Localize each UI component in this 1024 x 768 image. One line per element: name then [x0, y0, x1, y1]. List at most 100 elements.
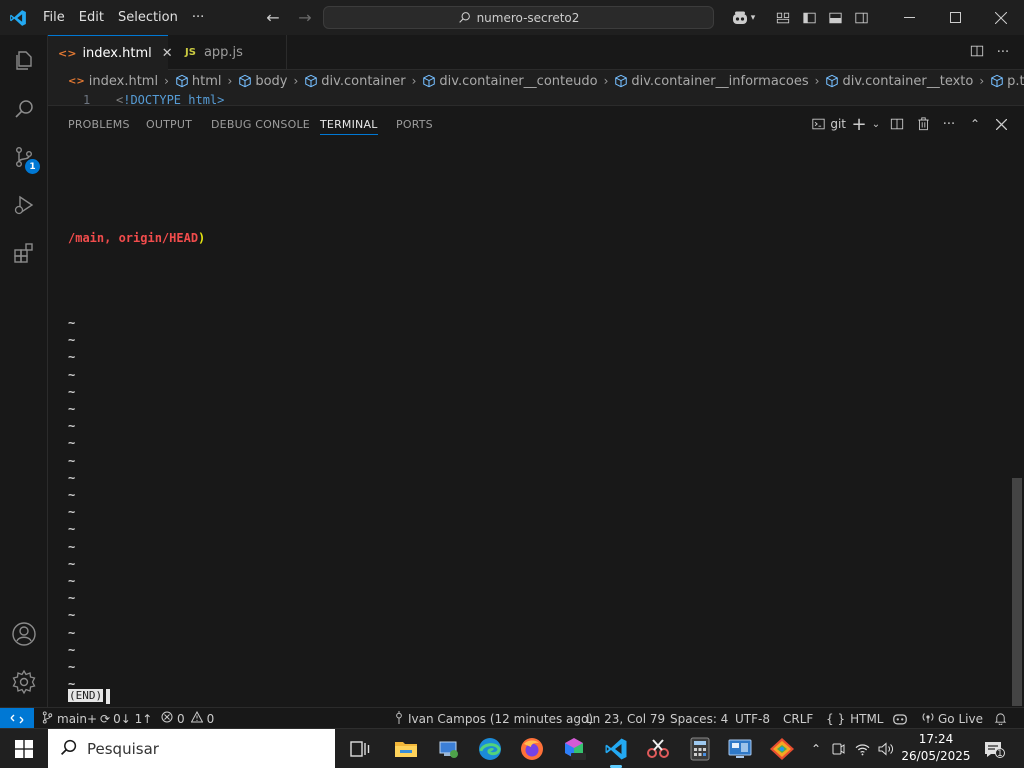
maximize-icon[interactable]	[932, 0, 978, 35]
remote-desktop-icon[interactable]	[724, 733, 756, 765]
git-blame-indicator[interactable]: Ivan Campos (12 minutes ago)	[394, 708, 593, 729]
customize-layout-icon[interactable]	[770, 0, 796, 35]
notifications-bell-icon[interactable]	[994, 708, 1007, 729]
search-sidebar-icon[interactable]	[0, 85, 48, 133]
toggle-panel-icon[interactable]	[822, 0, 848, 35]
volume-icon[interactable]	[874, 742, 898, 756]
maximize-panel-icon[interactable]: ⌃	[962, 112, 988, 136]
tab-output[interactable]: OUTPUT	[146, 118, 192, 131]
meet-now-icon[interactable]	[826, 742, 850, 756]
terminal-name[interactable]: git	[830, 117, 846, 131]
copilot-status-icon[interactable]	[892, 708, 908, 729]
tab-terminal[interactable]: TERMINAL	[320, 118, 378, 135]
close-panel-icon[interactable]	[988, 112, 1014, 136]
clock-date: 26/05/2025	[901, 749, 971, 763]
trash-icon[interactable]	[910, 112, 936, 136]
terminal-output[interactable]: /main, origin/HEAD) ~ ~ ~ ~ ~ ~ ~ ~ ~ ~ ~ ~ ~ ~ ~ ~ ~ ~ ~ ~…	[48, 143, 1010, 707]
tab-problems[interactable]: PROBLEMS	[68, 118, 130, 131]
tab-index-html[interactable]: <> index.html ✕	[48, 35, 173, 70]
menu-file[interactable]: File	[36, 0, 72, 35]
pager-tilde-line: ~	[68, 591, 76, 606]
element-cube-icon	[304, 74, 318, 88]
branch-indicator[interactable]: main+	[42, 708, 97, 729]
back-arrow-icon[interactable]: ←	[262, 8, 284, 27]
more-actions-icon[interactable]: ···	[936, 112, 962, 136]
html-file-icon: <>	[68, 75, 85, 87]
tab-ports[interactable]: PORTS	[396, 118, 433, 131]
menu-selection[interactable]: Selection	[111, 0, 185, 35]
terminal-icon[interactable]	[808, 112, 828, 136]
pager-tilde-line: ~	[68, 574, 76, 588]
taskbar-search-input[interactable]: Pesquisar	[48, 729, 335, 768]
terminal-scrollbar-thumb[interactable]	[1012, 478, 1022, 706]
element-cube-icon	[422, 74, 436, 88]
sync-indicator[interactable]: ⟳ 0↓ 1↑	[100, 708, 152, 729]
split-editor-icon[interactable]	[964, 44, 990, 62]
breadcrumb-item[interactable]: div.container ›	[304, 74, 422, 89]
notification-center-icon[interactable]: 1	[978, 733, 1010, 765]
forward-arrow-icon[interactable]: →	[294, 8, 316, 27]
more-actions-icon[interactable]: ···	[990, 45, 1016, 60]
language-mode[interactable]: { } HTML	[826, 708, 884, 729]
toggle-primary-sidebar-icon[interactable]	[796, 0, 822, 35]
pager-tilde-line: ~	[68, 488, 76, 502]
snipping-tool-icon[interactable]	[642, 733, 674, 765]
indentation[interactable]: Spaces: 4	[670, 708, 728, 729]
windows-start-icon[interactable]	[8, 729, 40, 768]
copilot-icon[interactable]: ▾	[726, 0, 760, 35]
chevron-down-icon[interactable]: ⌄	[868, 112, 884, 136]
run-debug-icon[interactable]	[0, 181, 48, 229]
end-of-line[interactable]: CRLF	[783, 708, 813, 729]
menu-edit[interactable]: Edit	[72, 0, 111, 35]
file-explorer-icon[interactable]	[390, 733, 422, 765]
title-bar-actions: ▾	[726, 0, 1024, 35]
broadcast-icon	[922, 711, 934, 726]
menu-more[interactable]: ···	[185, 0, 211, 35]
explorer-icon[interactable]	[0, 37, 48, 85]
source-control-icon[interactable]: 1	[0, 133, 48, 181]
breadcrumb-item[interactable]: html ›	[175, 74, 238, 89]
taskbar-clock[interactable]: 17:24 26/05/2025	[900, 731, 972, 765]
accounts-icon[interactable]	[0, 610, 48, 658]
breadcrumb-item[interactable]: div.container__conteudo ›	[422, 74, 614, 89]
remote-indicator-icon[interactable]	[0, 708, 34, 729]
extensions-icon[interactable]	[0, 229, 48, 277]
git-gui-icon[interactable]	[766, 733, 798, 765]
cursor-position[interactable]: Ln 23, Col 79	[586, 708, 665, 729]
task-view-icon[interactable]	[344, 733, 376, 765]
breadcrumb-item[interactable]: div.container__texto ›	[825, 74, 990, 89]
minimize-icon[interactable]	[886, 0, 932, 35]
editor-line-peek[interactable]: 1 <!DOCTYPE html>	[48, 92, 1024, 105]
firefox-icon[interactable]	[516, 733, 548, 765]
wifi-icon[interactable]	[850, 743, 874, 756]
edge-browser-icon[interactable]	[474, 733, 506, 765]
taskbar-search-placeholder: Pesquisar	[87, 740, 159, 758]
manage-gear-icon[interactable]	[0, 658, 48, 706]
git-commit-icon	[394, 710, 404, 727]
go-live-button[interactable]: Go Live	[922, 708, 983, 729]
vscode-logo-icon[interactable]	[0, 0, 36, 35]
split-terminal-icon[interactable]	[884, 112, 910, 136]
source-control-badge: 1	[25, 159, 40, 174]
toggle-secondary-sidebar-icon[interactable]	[848, 0, 874, 35]
calculator-icon[interactable]	[684, 733, 716, 765]
warning-icon	[190, 710, 203, 726]
problems-indicator[interactable]: 0 0	[161, 708, 214, 729]
new-terminal-icon[interactable]: +	[850, 112, 868, 136]
breadcrumb-item[interactable]: body ›	[238, 74, 304, 89]
tab-app-js[interactable]: JS app.js	[169, 35, 287, 70]
pager-tilde-line: ~	[68, 453, 76, 468]
panel-actions: git + ⌄ ··· ⌃	[808, 112, 1014, 136]
breadcrumb-item[interactable]: div.container__informacoes ›	[614, 74, 825, 89]
microsoft-365-icon[interactable]	[558, 733, 590, 765]
close-window-icon[interactable]	[978, 0, 1024, 35]
breadcrumb-item[interactable]: <> index.html ›	[68, 74, 175, 89]
show-hidden-icons-icon[interactable]: ⌃	[806, 742, 826, 756]
control-panel-icon[interactable]	[432, 733, 464, 765]
command-center-search[interactable]: numero-secreto2	[323, 6, 714, 29]
vscode-taskbar-icon[interactable]	[600, 733, 632, 768]
pager-tilde-line: ~	[68, 419, 76, 434]
tab-debug-console[interactable]: DEBUG CONSOLE	[211, 118, 310, 131]
breadcrumb-item[interactable]: p.texto__paragrafo	[990, 74, 1024, 89]
encoding[interactable]: UTF-8	[735, 708, 770, 729]
